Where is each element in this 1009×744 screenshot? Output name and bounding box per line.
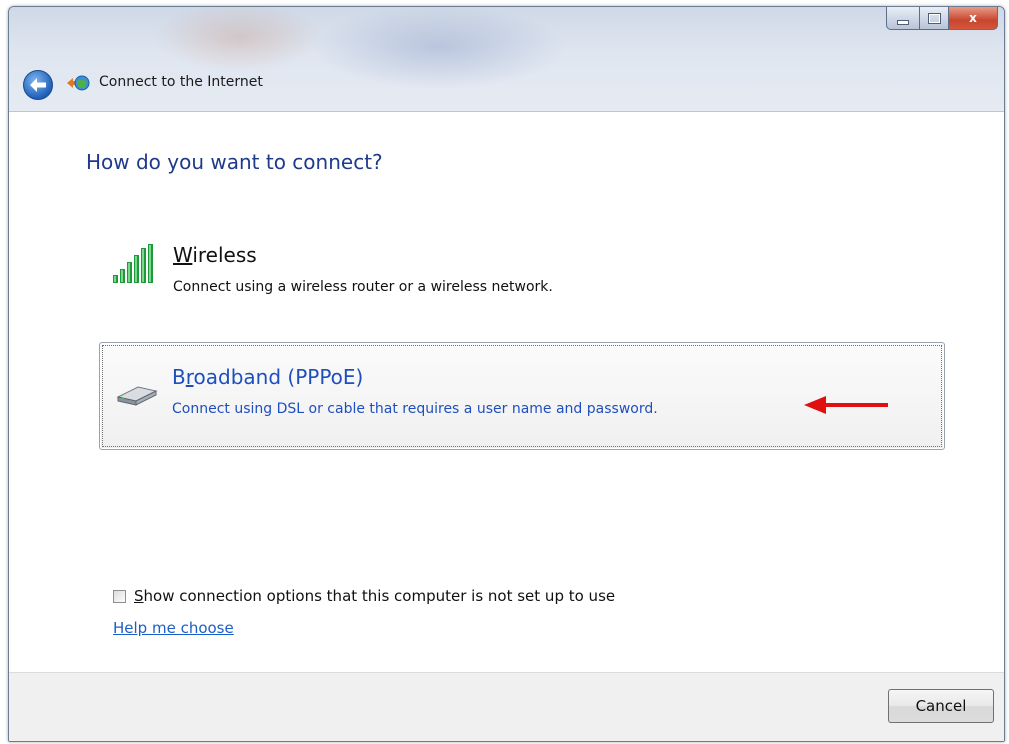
wireless-option-title: Wireless xyxy=(173,243,257,267)
wireless-option-description: Connect using a wireless router or a wir… xyxy=(173,279,553,295)
dialog-footer: Cancel xyxy=(9,672,1004,741)
maximize-icon xyxy=(927,12,941,24)
dialog-window: x Connect to the Internet How do you wan… xyxy=(8,6,1005,742)
broadband-option-description: Connect using DSL or cable that requires… xyxy=(172,401,658,417)
close-button[interactable]: x xyxy=(949,7,998,30)
close-icon: x xyxy=(969,11,977,25)
window-title: Connect to the Internet xyxy=(99,74,263,90)
red-arrow-icon xyxy=(804,396,888,414)
network-globe-icon xyxy=(67,75,90,91)
caption-buttons: x xyxy=(886,7,998,30)
access-key: r xyxy=(185,365,194,389)
access-key: W xyxy=(173,243,193,267)
help-me-choose-link[interactable]: Help me choose xyxy=(113,619,234,637)
broadband-option-title: Broadband (PPPoE) xyxy=(172,365,364,389)
cancel-button[interactable]: Cancel xyxy=(888,689,994,723)
show-options-checkbox[interactable] xyxy=(113,589,126,603)
minimize-button[interactable] xyxy=(886,7,920,30)
minimize-icon xyxy=(897,19,909,25)
show-options-row[interactable]: Show connection options that this comput… xyxy=(113,587,615,605)
back-button[interactable] xyxy=(23,70,53,100)
page-heading: How do you want to connect? xyxy=(86,150,383,174)
wireless-option[interactable]: Wireless Connect using a wireless router… xyxy=(101,235,945,303)
title-bar: x Connect to the Internet xyxy=(9,7,1004,112)
broadband-option[interactable]: Broadband (PPPoE) Connect using DSL or c… xyxy=(99,342,945,450)
broadband-modem-icon xyxy=(116,386,158,406)
back-arrow-icon xyxy=(30,78,46,92)
show-options-label[interactable]: Show connection options that this comput… xyxy=(134,587,615,605)
maximize-button[interactable] xyxy=(920,7,949,30)
signal-bars-icon xyxy=(113,244,153,283)
access-key: S xyxy=(134,587,144,605)
